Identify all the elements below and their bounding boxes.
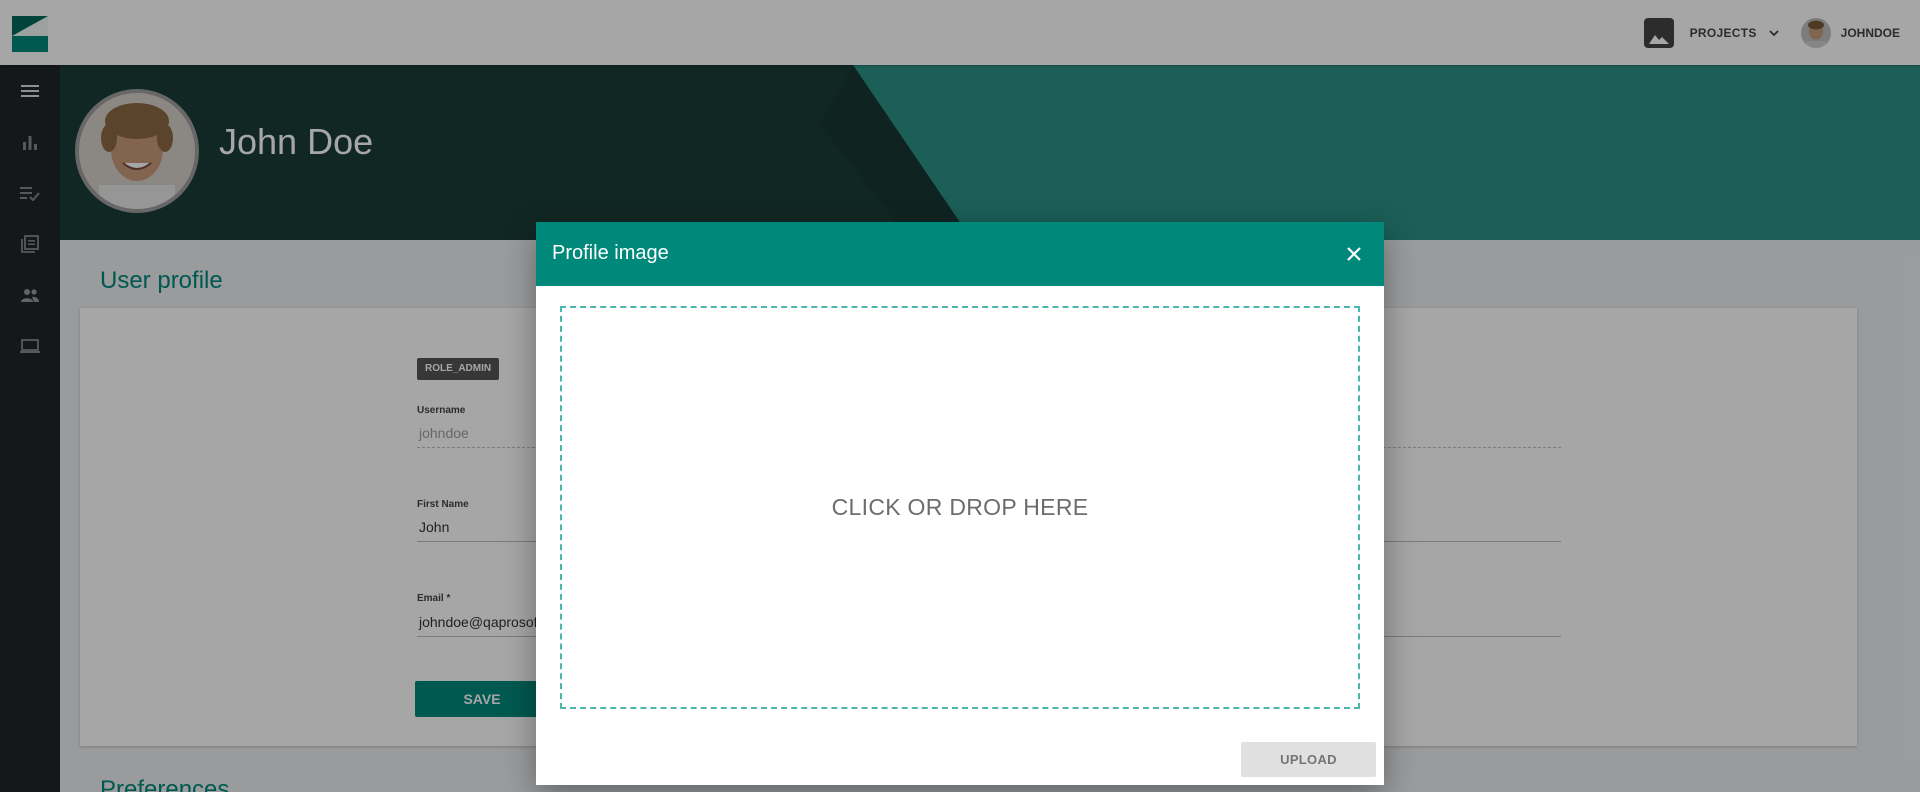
upload-button[interactable]: UPLOAD — [1241, 742, 1376, 777]
close-icon — [1347, 247, 1361, 261]
dialog-title: Profile image — [552, 242, 669, 264]
profile-image-dialog: Profile image CLICK OR DROP HERE UPLOAD — [536, 222, 1384, 785]
dropzone-text: CLICK OR DROP HERE — [831, 494, 1089, 520]
close-button[interactable] — [1342, 242, 1366, 266]
dialog-header: Profile image — [536, 222, 1384, 286]
image-dropzone[interactable]: CLICK OR DROP HERE — [560, 306, 1360, 709]
